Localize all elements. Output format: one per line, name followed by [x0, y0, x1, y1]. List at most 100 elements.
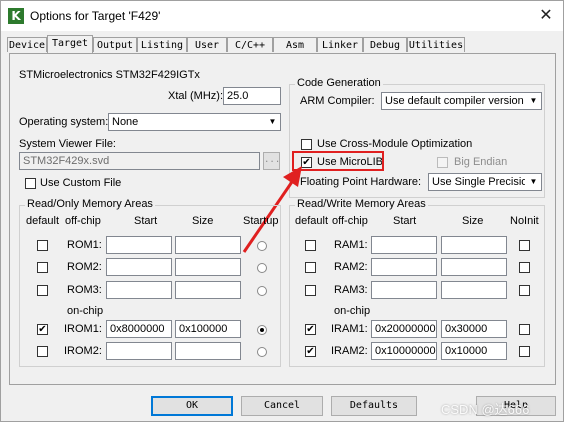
defaults-button[interactable]: Defaults	[331, 396, 417, 416]
fp-hw-value: Use Single Precision	[432, 176, 534, 188]
arm-compiler-value: Use default compiler version	[385, 95, 524, 107]
rw-row-label: IRAM2:	[331, 345, 368, 357]
ro-row-label: ROM3:	[67, 284, 102, 296]
rw-noinit-checkbox[interactable]	[519, 285, 530, 296]
cross-module-label: Use Cross-Module Optimization	[317, 138, 473, 150]
tab-debug[interactable]: Debug	[363, 37, 407, 52]
rw-default-checkbox[interactable]	[305, 285, 316, 296]
tab-asm[interactable]: Asm	[273, 37, 317, 52]
rw-noinit-checkbox[interactable]	[519, 346, 530, 357]
rw-onchip-label: on-chip	[334, 305, 371, 317]
ro-default-checkbox[interactable]	[37, 240, 48, 251]
options-dialog: K Options for Target 'F429' ✕ Device Tar…	[0, 0, 564, 422]
rw-size-input[interactable]: 0x10000	[441, 342, 507, 360]
ro-size-input[interactable]	[175, 281, 241, 299]
ro-start-input[interactable]	[106, 281, 172, 299]
rw-noinit-checkbox[interactable]	[519, 240, 530, 251]
close-icon[interactable]: ✕	[535, 5, 557, 25]
ro-default-checkbox[interactable]	[37, 346, 48, 357]
codegen-group: Code Generation ARM Compiler: Use defaul…	[289, 77, 545, 198]
ro-row-label: IROM1:	[64, 323, 102, 335]
big-endian-label: Big Endian	[454, 156, 508, 168]
rw-start-input[interactable]	[371, 281, 437, 299]
fp-hw-label: Floating Point Hardware:	[300, 176, 422, 188]
rw-header-size: Size	[462, 215, 484, 227]
custom-file-label: Use Custom File	[40, 177, 122, 189]
tab-linker[interactable]: Linker	[317, 37, 363, 52]
rw-noinit-checkbox[interactable]	[519, 324, 530, 335]
tab-device[interactable]: Device	[7, 37, 47, 52]
rw-start-input[interactable]	[371, 236, 437, 254]
ro-default-checkbox[interactable]: ✔	[37, 324, 48, 335]
rw-header-default: default	[295, 215, 329, 227]
rw-size-input[interactable]	[441, 258, 507, 276]
tab-user[interactable]: User	[187, 37, 227, 52]
ro-size-input[interactable]	[175, 258, 241, 276]
rw-header-noinit: NoInit	[510, 215, 539, 227]
ro-row-label: ROM1:	[67, 239, 102, 251]
cancel-button[interactable]: Cancel	[241, 396, 323, 416]
ro-default-checkbox[interactable]	[37, 262, 48, 273]
ro-startup-radio[interactable]	[257, 325, 267, 335]
title-bar: K Options for Target 'F429' ✕	[1, 1, 563, 31]
cross-module-checkbox[interactable]	[301, 139, 312, 150]
big-endian-checkbox[interactable]	[437, 157, 448, 168]
rw-default-checkbox[interactable]	[305, 262, 316, 273]
keil-icon: K	[8, 8, 24, 24]
svf-label: System Viewer File:	[19, 138, 116, 150]
rw-row-label: RAM2:	[334, 261, 368, 273]
os-select[interactable]: None ▼	[108, 113, 281, 131]
rw-size-input[interactable]	[441, 236, 507, 254]
rw-memory-label: Read/Write Memory Areas	[295, 198, 428, 210]
target-panel: STMicroelectronics STM32F429IGTx Xtal (M…	[9, 53, 556, 385]
tab-utilities[interactable]: Utilities	[407, 37, 465, 52]
ro-header-start: Start	[134, 215, 158, 227]
ro-memory-group: Read/Only Memory Areas default off-chip …	[19, 198, 281, 367]
ro-start-input[interactable]	[106, 342, 172, 360]
rw-start-input[interactable]: 0x20000000	[371, 320, 437, 338]
ro-start-input[interactable]	[106, 236, 172, 254]
rw-default-checkbox[interactable]: ✔	[305, 324, 316, 335]
rw-memory-group: Read/Write Memory Areas default off-chip…	[289, 198, 545, 367]
codegen-group-label: Code Generation	[295, 77, 383, 89]
fp-hw-select[interactable]: Use Single Precision ▼	[428, 173, 542, 191]
rw-default-checkbox[interactable]	[305, 240, 316, 251]
rw-header-start: Start	[393, 215, 417, 227]
ro-default-checkbox[interactable]	[37, 285, 48, 296]
tab-output[interactable]: Output	[93, 37, 137, 52]
arm-compiler-select[interactable]: Use default compiler version ▼	[381, 92, 542, 110]
ro-start-input[interactable]	[106, 258, 172, 276]
ro-startup-radio[interactable]	[257, 286, 267, 296]
rw-start-input[interactable]	[371, 258, 437, 276]
tab-cc[interactable]: C/C++	[227, 37, 273, 52]
ok-button[interactable]: OK	[151, 396, 233, 416]
ro-start-input[interactable]: 0x8000000	[106, 320, 172, 338]
os-value: None	[112, 116, 139, 128]
custom-file-checkbox[interactable]	[25, 178, 36, 189]
tab-listing[interactable]: Listing	[137, 37, 187, 52]
ro-size-input[interactable]: 0x100000	[175, 320, 241, 338]
ro-startup-radio[interactable]	[257, 347, 267, 357]
xtal-input[interactable]: 25.0	[223, 87, 281, 105]
device-name: STMicroelectronics STM32F429IGTx	[19, 69, 200, 81]
rw-size-input[interactable]	[441, 281, 507, 299]
ro-header-offchip: off-chip	[65, 215, 101, 227]
ro-onchip-label: on-chip	[67, 305, 104, 317]
rw-start-input[interactable]: 0x10000000	[371, 342, 437, 360]
ro-memory-label: Read/Only Memory Areas	[25, 198, 155, 210]
ro-size-input[interactable]	[175, 342, 241, 360]
rw-default-checkbox[interactable]: ✔	[305, 346, 316, 357]
svf-input[interactable]: STM32F429x.svd	[19, 152, 260, 170]
rw-row-label: RAM1:	[334, 239, 368, 251]
ro-size-input[interactable]	[175, 236, 241, 254]
rw-noinit-checkbox[interactable]	[519, 262, 530, 273]
xtal-label: Xtal (MHz):	[168, 90, 223, 102]
rw-row-label: RAM3:	[334, 284, 368, 296]
ro-startup-radio[interactable]	[257, 263, 267, 273]
tab-target[interactable]: Target	[47, 35, 93, 53]
arm-compiler-label: ARM Compiler:	[300, 95, 375, 107]
rw-size-input[interactable]: 0x30000	[441, 320, 507, 338]
ro-startup-radio[interactable]	[257, 241, 267, 251]
ro-row-label: ROM2:	[67, 261, 102, 273]
ro-header-size: Size	[192, 215, 214, 227]
